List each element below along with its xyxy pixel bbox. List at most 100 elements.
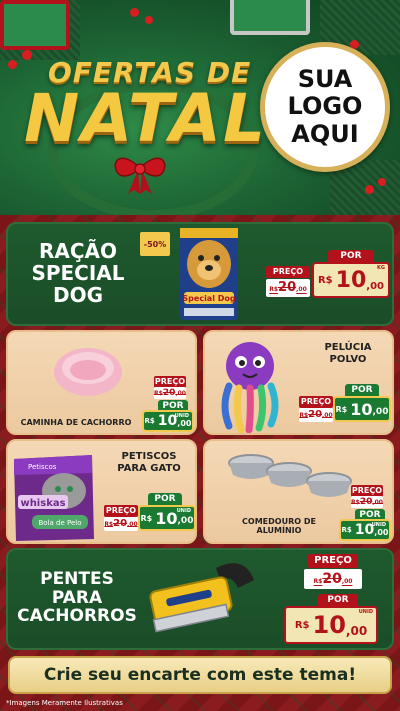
- old-price: R$20,00: [351, 496, 383, 508]
- price-currency: R$: [317, 274, 333, 286]
- logo-line-1: SUA: [297, 64, 353, 93]
- product-name: RAÇÃO SPECIAL DOG: [18, 240, 138, 306]
- product-name-line: CACHORROS: [17, 606, 137, 627]
- product-name-line: POLVO: [329, 353, 367, 365]
- old-price-cents: ,00: [372, 499, 383, 506]
- old-price-value: 20: [308, 409, 323, 420]
- octopus-toy-icon: [221, 342, 279, 433]
- product-card-caminha: PREÇO R$20,00 POR R$ 10,00 UNID CAMINHA D…: [6, 330, 197, 435]
- berry-icon: [145, 16, 153, 24]
- old-price: R$20,00: [299, 408, 333, 422]
- new-price: R$ 10,00 UNID: [138, 505, 195, 531]
- title-block: OFERTAS DE NATAL: [18, 50, 265, 215]
- old-price-cents: ,00: [175, 390, 186, 397]
- price-cents: ,00: [372, 407, 389, 417]
- product-name: PENTES PARA CACHORROS: [12, 570, 142, 626]
- price-unit: KG: [377, 265, 385, 271]
- old-price-label: PREÇO: [266, 266, 310, 278]
- berry-icon: [365, 185, 374, 194]
- berry-icon: [8, 60, 17, 69]
- old-price-label: PREÇO: [308, 554, 358, 568]
- new-price-label: POR: [318, 594, 358, 606]
- product-name-line: PARA: [51, 587, 103, 608]
- logo-placeholder: SUA LOGO AQUI: [260, 42, 390, 172]
- cta-text: Crie seu encarte com este tema!: [43, 665, 357, 685]
- price-unit: UNID: [358, 609, 373, 615]
- new-price: R$ 10,00 UNID: [142, 410, 194, 432]
- gift-box-icon: [0, 0, 70, 50]
- price-unit: UNID: [176, 508, 191, 514]
- price-value: 10: [312, 611, 346, 639]
- product-name: COMEDOURO DE ALUMÍNIO: [229, 517, 329, 535]
- new-price-label: POR: [328, 250, 374, 262]
- title-main: NATAL: [24, 80, 268, 157]
- product-name-line: DOG: [52, 283, 104, 307]
- old-price-cents: ,00: [127, 521, 138, 528]
- old-price-value: 20: [162, 388, 176, 398]
- old-price-cents: ,00: [341, 578, 353, 585]
- old-price-currency: R$: [299, 412, 309, 419]
- gift-box-icon: [230, 0, 310, 35]
- product-name: CAMINHA DE CACHORRO: [20, 418, 132, 427]
- old-price-label: PREÇO: [299, 396, 333, 408]
- product-name: PELÚCIA POLVO: [305, 342, 391, 365]
- new-price: R$ 10,00 UNID: [284, 606, 378, 644]
- old-price-cents: ,00: [322, 412, 333, 419]
- old-price: R$20,00: [304, 569, 362, 589]
- old-price: R$20,00: [104, 517, 138, 531]
- new-price: R$ 10,00 UNID: [339, 519, 391, 541]
- price-cents: ,00: [366, 281, 384, 292]
- price-cents: ,00: [345, 624, 368, 638]
- old-price-cents: ,00: [296, 286, 307, 293]
- old-price: R$20,00: [154, 387, 186, 399]
- old-price-currency: R$: [313, 578, 323, 585]
- product-name-line: SPECIAL: [31, 261, 125, 285]
- old-price-value: 20: [359, 497, 373, 507]
- old-price-value: 20: [322, 571, 342, 587]
- discount-badge: -50%: [140, 232, 170, 256]
- price-cents: ,00: [374, 528, 389, 537]
- old-price-currency: R$: [269, 286, 279, 293]
- product-name-line: COMEDOURO DE: [242, 517, 316, 526]
- old-price-currency: R$: [154, 390, 163, 397]
- product-name-line: PETISCOS: [121, 451, 177, 462]
- pack-brand-text: whiskas: [20, 498, 65, 509]
- header-banner: OFERTAS DE NATAL SUA LOGO AQUI: [0, 0, 400, 215]
- deshedding-comb-icon: [149, 563, 254, 633]
- metal-bowls-icon: [228, 454, 352, 497]
- product-name-line: PELÚCIA: [324, 342, 372, 353]
- pet-bed-icon: [54, 348, 122, 396]
- disclaimer-text: *Imagens Meramente Ilustrativas: [6, 699, 123, 707]
- product-name-line: PENTES: [40, 569, 114, 589]
- old-price-label: PREÇO: [104, 505, 138, 517]
- logo-line-3: AQUI: [291, 119, 359, 148]
- price-currency: R$: [341, 526, 352, 534]
- price-value: 10: [335, 267, 367, 293]
- price-currency: R$: [335, 404, 348, 414]
- flyer-page: OFERTAS DE NATAL SUA LOGO AQUI RAÇÃO SPE…: [0, 0, 400, 711]
- price-currency: R$: [144, 417, 155, 425]
- product-card-comedouro: PREÇO R$20,00 POR R$ 10,00 UNID COMEDOURO…: [203, 439, 394, 544]
- berry-icon: [130, 8, 139, 17]
- old-price-currency: R$: [351, 499, 360, 506]
- product-card-pentes: PENTES PARA CACHORROS PREÇO R$20,00 POR …: [6, 548, 394, 650]
- new-price-label: POR: [148, 493, 182, 505]
- cat-treats-icon: whiskas Petiscos Bola de Pelo: [14, 455, 94, 541]
- product-name-line: ALUMÍNIO: [256, 526, 302, 536]
- pack-top-text: Petiscos: [28, 463, 57, 471]
- price-cents: ,00: [177, 516, 194, 526]
- new-price: R$ 10,00: [333, 396, 391, 422]
- price-unit: UNID: [174, 413, 189, 419]
- product-card-racao: RAÇÃO SPECIAL DOG -50% Special Dog PREÇO…: [6, 222, 394, 326]
- bow-icon: [114, 157, 166, 194]
- product-name: PETISCOS PARA GATO: [104, 451, 194, 474]
- bag-brand-text: Special Dog: [182, 294, 235, 303]
- product-card-petiscos: whiskas Petiscos Bola de Pelo PETISCOS P…: [6, 439, 197, 544]
- old-price-value: 20: [113, 518, 128, 529]
- dog-food-bag-icon: Special Dog: [180, 228, 238, 320]
- berry-icon: [378, 178, 386, 186]
- price-cents: ,00: [177, 419, 192, 428]
- product-card-pelucia: PELÚCIA POLVO POR PREÇO R$20,00 R$ 10,00: [203, 330, 394, 435]
- price-value: 10: [155, 508, 178, 528]
- cta-banner: Crie seu encarte com este tema!: [8, 656, 392, 694]
